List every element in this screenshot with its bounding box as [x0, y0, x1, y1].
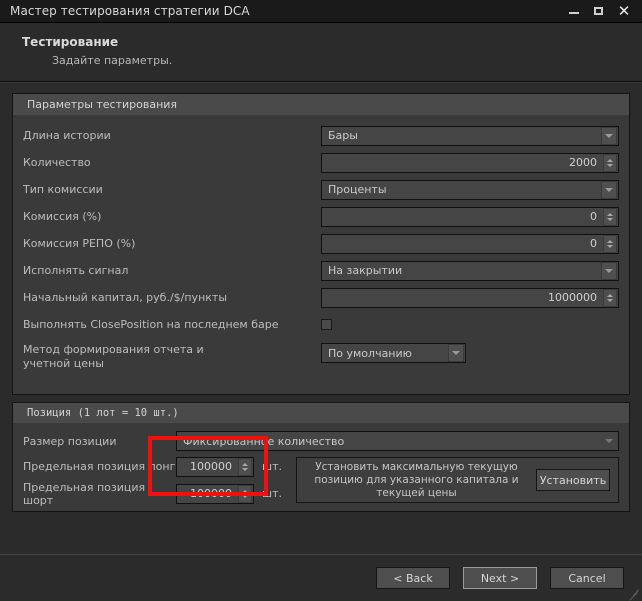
page-title: Тестирование — [22, 35, 642, 49]
row-commission-percent: Комиссия (%) 0 — [23, 203, 619, 230]
page-subtitle: Задайте параметры. — [22, 54, 642, 67]
spinner-arrows-icon[interactable] — [603, 154, 617, 172]
set-button[interactable]: Установить — [536, 469, 610, 491]
combo-position-size-value: Фиксированное количество — [177, 435, 601, 448]
spinner-repo-commission-percent-value: 0 — [322, 237, 603, 250]
row-max-short-position: Предельная позиция шорт 100000 шт. — [23, 480, 282, 507]
set-max-position-line1: Установить максимальную текущую — [305, 461, 528, 474]
cancel-button[interactable]: Cancel — [550, 567, 624, 589]
combo-position-size[interactable]: Фиксированное количество — [176, 431, 619, 451]
spinner-arrows-icon[interactable] — [238, 485, 252, 503]
spinner-repo-commission-percent[interactable]: 0 — [321, 234, 619, 254]
position-group-title: Позиция (1 лот = 10 шт.) — [13, 403, 629, 424]
window-controls: ✕ — [567, 4, 636, 18]
spinner-max-long-position[interactable]: 100000 — [176, 457, 254, 477]
row-history-length: Длина истории Бары — [23, 122, 619, 149]
spinner-max-short-position-value: 100000 — [177, 487, 238, 500]
label-max-long-position: Предельная позиция лонг — [23, 460, 176, 473]
maximize-icon[interactable] — [592, 4, 606, 18]
label-position-size: Размер позиции — [23, 435, 176, 448]
row-close-position-last-bar: Выполнять ClosePosition на последнем бар… — [23, 311, 619, 338]
spinner-arrows-icon[interactable] — [603, 235, 617, 253]
spinner-arrows-icon[interactable] — [603, 208, 617, 226]
next-button[interactable]: Next > — [463, 567, 537, 589]
set-max-position-line2: позицию для указанного капитала и — [305, 474, 528, 487]
chevron-down-icon[interactable] — [601, 262, 617, 280]
label-commission-type: Тип комиссии — [23, 183, 321, 197]
checkbox-close-position-last-bar[interactable] — [321, 319, 332, 330]
minimize-icon[interactable] — [567, 4, 581, 18]
row-report-method: Метод формирования отчета и учетной цены… — [23, 338, 619, 371]
testing-parameters-group: Параметры тестирования Длина истории Бар… — [12, 93, 630, 395]
spinner-quantity[interactable]: 2000 — [321, 153, 619, 173]
combo-report-method[interactable]: По умолчанию — [321, 343, 466, 363]
row-max-long-position: Предельная позиция лонг 100000 шт. — [23, 453, 282, 480]
spinner-initial-capital[interactable]: 1000000 — [321, 288, 619, 308]
spinner-initial-capital-value: 1000000 — [322, 291, 603, 304]
spinner-max-short-position[interactable]: 100000 — [176, 484, 254, 504]
wizard-window: Мастер тестирования стратегии DCA ✕ Тест… — [0, 0, 642, 601]
label-commission-percent: Комиссия (%) — [23, 210, 321, 224]
label-history-length: Длина истории — [23, 129, 321, 143]
spinner-quantity-value: 2000 — [322, 156, 603, 169]
back-button[interactable]: < Back — [376, 567, 450, 589]
combo-execute-signal-value: На закрытии — [322, 264, 601, 277]
page-header: Тестирование Задайте параметры. — [0, 23, 642, 82]
row-position-size: Размер позиции Фиксированное количество — [23, 429, 619, 453]
combo-history-length[interactable]: Бары — [321, 126, 619, 146]
set-max-position-description: Установить максимальную текущую позицию … — [305, 461, 528, 500]
spinner-arrows-icon[interactable] — [603, 289, 617, 307]
row-initial-capital: Начальный капитал, руб./$/пункты 1000000 — [23, 284, 619, 311]
title-bar: Мастер тестирования стратегии DCA ✕ — [0, 0, 642, 23]
label-initial-capital: Начальный капитал, руб./$/пункты — [23, 291, 321, 305]
chevron-down-icon[interactable] — [601, 181, 617, 199]
combo-commission-type-value: Проценты — [322, 183, 601, 196]
label-report-method: Метод формирования отчета и учетной цены — [23, 343, 321, 371]
position-group: Позиция (1 лот = 10 шт.) Размер позиции … — [12, 402, 630, 512]
row-commission-type: Тип комиссии Проценты — [23, 176, 619, 203]
combo-commission-type[interactable]: Проценты — [321, 180, 619, 200]
chevron-down-icon[interactable] — [448, 344, 464, 362]
label-max-short-position: Предельная позиция шорт — [23, 481, 176, 507]
row-quantity: Количество 2000 — [23, 149, 619, 176]
combo-history-length-value: Бары — [322, 129, 601, 142]
combo-report-method-value: По умолчанию — [322, 347, 448, 360]
chevron-down-icon[interactable] — [601, 432, 617, 450]
set-max-position-line3: текущей цены — [305, 487, 528, 500]
testing-parameters-body: Длина истории Бары Количество 2000 — [13, 116, 629, 379]
set-max-position-box: Установить максимальную текущую позицию … — [296, 457, 619, 503]
spinner-arrows-icon[interactable] — [238, 458, 252, 476]
position-group-body: Размер позиции Фиксированное количество … — [13, 424, 629, 513]
combo-execute-signal[interactable]: На закрытии — [321, 261, 619, 281]
testing-parameters-title: Параметры тестирования — [13, 94, 629, 116]
spinner-commission-percent[interactable]: 0 — [321, 207, 619, 227]
wizard-footer: < Back Next > Cancel — [0, 554, 642, 601]
label-repo-commission-percent: Комиссия РЕПО (%) — [23, 237, 321, 251]
label-report-method-line2: учетной цены — [23, 357, 321, 371]
spinner-commission-percent-value: 0 — [322, 210, 603, 223]
label-execute-signal: Исполнять сигнал — [23, 264, 321, 278]
row-repo-commission-percent: Комиссия РЕПО (%) 0 — [23, 230, 619, 257]
spinner-max-long-position-value: 100000 — [177, 460, 238, 473]
units-short: шт. — [262, 487, 282, 500]
row-execute-signal: Исполнять сигнал На закрытии — [23, 257, 619, 284]
resize-grip-icon[interactable] — [627, 587, 639, 599]
content-area: Параметры тестирования Длина истории Бар… — [0, 82, 642, 554]
label-quantity: Количество — [23, 156, 321, 170]
units-long: шт. — [262, 460, 282, 473]
window-title: Мастер тестирования стратегии DCA — [10, 4, 250, 18]
chevron-down-icon[interactable] — [601, 127, 617, 145]
close-icon[interactable]: ✕ — [617, 4, 631, 18]
label-report-method-line1: Метод формирования отчета и — [23, 343, 321, 357]
label-close-position-last-bar: Выполнять ClosePosition на последнем бар… — [23, 318, 321, 332]
